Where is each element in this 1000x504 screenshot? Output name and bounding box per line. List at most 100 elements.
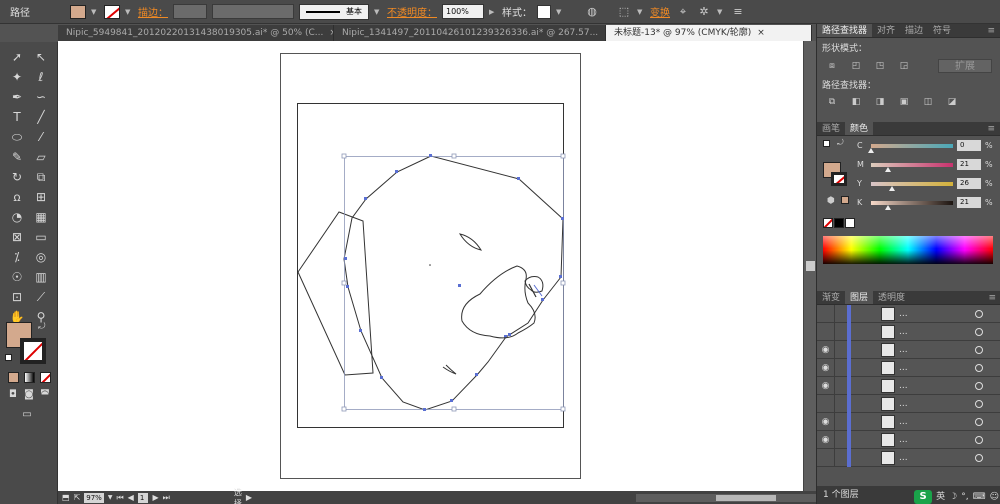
user-icon[interactable]: ☺ bbox=[990, 488, 999, 504]
ime-language[interactable]: 英 bbox=[936, 488, 945, 504]
artboard-tool-icon[interactable]: ⊡ bbox=[8, 288, 26, 306]
stroke-weight-field[interactable] bbox=[173, 4, 207, 19]
target-circle-icon[interactable] bbox=[975, 382, 983, 390]
transform-link[interactable]: 变换 bbox=[650, 4, 670, 19]
cyan-slider[interactable] bbox=[868, 143, 953, 153]
panel-menu-icon[interactable]: ≡ bbox=[982, 24, 1000, 37]
layer-name[interactable]: ... bbox=[899, 453, 908, 463]
tab-document-2[interactable]: Nipic_1341497_20110426101239326336.ai* @… bbox=[334, 25, 606, 41]
curvature-tool-icon[interactable]: ∽ bbox=[32, 88, 50, 106]
rotate-tool-icon[interactable]: ↻ bbox=[8, 168, 26, 186]
mesh-tool-icon[interactable]: ⊠ bbox=[8, 228, 26, 246]
out-of-gamut-icon[interactable]: ⬢ bbox=[827, 196, 835, 206]
variable-width-profile[interactable] bbox=[212, 4, 294, 19]
chevron-down-icon[interactable]: ▼ bbox=[374, 8, 382, 16]
slider-thumb[interactable] bbox=[868, 147, 874, 153]
keyboard-icon[interactable]: ⌨ bbox=[973, 488, 986, 504]
scroll-thumb[interactable] bbox=[806, 261, 815, 271]
status-menu-icon[interactable]: ▶ bbox=[246, 493, 252, 502]
slider-thumb[interactable] bbox=[889, 185, 896, 191]
layer-row[interactable]: ... bbox=[817, 394, 1000, 413]
layer-name[interactable]: ... bbox=[899, 345, 908, 355]
tab-symbols[interactable]: 符号 bbox=[928, 24, 956, 37]
pencil-tool-icon[interactable]: ✎ bbox=[8, 148, 26, 166]
layer-row[interactable]: ◉... bbox=[817, 412, 1000, 431]
yellow-value[interactable]: 26 bbox=[957, 178, 981, 189]
blend-tool-icon[interactable]: ◎ bbox=[32, 248, 50, 266]
panel-menu-icon[interactable]: ≡ bbox=[730, 4, 746, 20]
export-icon[interactable]: ⇱ bbox=[74, 493, 81, 502]
exclude-icon[interactable]: ◲ bbox=[897, 60, 911, 72]
stroke-color-box[interactable] bbox=[20, 338, 46, 364]
first-artboard-icon[interactable]: ⏮ bbox=[116, 493, 123, 503]
moon-icon[interactable]: ☽ bbox=[949, 488, 957, 504]
target-circle-icon[interactable] bbox=[975, 400, 983, 408]
chevron-down-icon[interactable]: ▼ bbox=[108, 494, 113, 501]
symbol-sprayer-tool-icon[interactable]: ☉ bbox=[8, 268, 26, 286]
type-tool-icon[interactable]: T bbox=[8, 108, 26, 126]
layer-row[interactable]: ... bbox=[817, 304, 1000, 323]
zoom-field[interactable]: 97% bbox=[84, 492, 104, 503]
visibility-eye-icon[interactable] bbox=[817, 394, 835, 413]
layer-name[interactable]: ... bbox=[899, 309, 908, 319]
target-circle-icon[interactable] bbox=[975, 346, 983, 354]
shape-builder-tool-icon[interactable]: ◔ bbox=[8, 208, 26, 226]
color-mode-icon[interactable] bbox=[8, 372, 19, 383]
none-mode-icon[interactable] bbox=[40, 372, 51, 383]
target-circle-icon[interactable] bbox=[975, 454, 983, 462]
close-icon[interactable]: × bbox=[757, 25, 765, 41]
trim-icon[interactable]: ◧ bbox=[849, 96, 863, 108]
swap-colors-icon[interactable]: ⤾ bbox=[837, 138, 844, 148]
white-swatch[interactable] bbox=[845, 218, 855, 228]
intersect-icon[interactable]: ◳ bbox=[873, 60, 887, 72]
layer-name[interactable]: ... bbox=[899, 399, 908, 409]
stroke-color-box[interactable] bbox=[831, 172, 847, 186]
column-graph-tool-icon[interactable]: ▥ bbox=[32, 268, 50, 286]
opacity-link[interactable]: 不透明度： bbox=[387, 4, 437, 19]
slider-thumb[interactable] bbox=[885, 166, 892, 172]
options-icon[interactable]: ✲ bbox=[696, 4, 712, 20]
layer-row[interactable]: ◉... bbox=[817, 376, 1000, 395]
magenta-slider[interactable] bbox=[871, 162, 953, 172]
default-colors-icon[interactable] bbox=[823, 140, 830, 147]
eraser-tool-icon[interactable]: ▱ bbox=[32, 148, 50, 166]
layer-row[interactable]: ... bbox=[817, 322, 1000, 341]
last-artboard-icon[interactable]: ⏭ bbox=[163, 493, 170, 503]
ellipse-tool-icon[interactable]: ⬭ bbox=[8, 128, 26, 146]
divide-icon[interactable]: ⧉ bbox=[825, 96, 839, 108]
layer-row[interactable]: ◉... bbox=[817, 358, 1000, 377]
visibility-eye-icon[interactable] bbox=[817, 448, 835, 467]
visibility-eye-icon[interactable]: ◉ bbox=[817, 412, 835, 431]
color-spectrum[interactable] bbox=[823, 236, 993, 264]
tab-color[interactable]: 颜色 bbox=[845, 122, 874, 135]
slice-tool-icon[interactable]: ⟋ bbox=[32, 288, 50, 306]
target-circle-icon[interactable] bbox=[975, 364, 983, 372]
layer-name[interactable]: ... bbox=[899, 381, 908, 391]
direct-selection-tool-icon[interactable]: ↖ bbox=[32, 48, 50, 66]
layer-row[interactable]: ◉... bbox=[817, 340, 1000, 359]
target-circle-icon[interactable] bbox=[975, 418, 983, 426]
outline-icon[interactable]: ◫ bbox=[921, 96, 935, 108]
paintbrush-tool-icon[interactable]: ⁄ bbox=[32, 128, 50, 146]
brush-definition[interactable]: 基本 bbox=[299, 3, 369, 20]
visibility-eye-icon[interactable]: ◉ bbox=[817, 376, 835, 395]
pen-tool-icon[interactable]: ✒ bbox=[8, 88, 26, 106]
warp-tool-icon[interactable]: ꭥ bbox=[8, 188, 26, 206]
target-circle-icon[interactable] bbox=[975, 310, 983, 318]
fill-swatch[interactable] bbox=[70, 4, 86, 19]
isolate-object-icon[interactable]: ⌖ bbox=[675, 4, 691, 20]
punctuation-icon[interactable]: °, bbox=[961, 488, 968, 504]
lasso-tool-icon[interactable]: ℓ bbox=[32, 68, 50, 86]
sogou-logo-icon[interactable]: S bbox=[914, 490, 933, 504]
gradient-tool-icon[interactable]: ▭ bbox=[32, 228, 50, 246]
scale-tool-icon[interactable]: ⧉ bbox=[32, 168, 50, 186]
prev-artboard-icon[interactable]: ◀ bbox=[128, 493, 134, 502]
visibility-eye-icon[interactable]: ◉ bbox=[817, 430, 835, 449]
doc-info-icon[interactable]: ⬒ bbox=[62, 493, 70, 502]
tab-layers[interactable]: 图层 bbox=[845, 291, 874, 304]
tab-brushes[interactable]: 画笔 bbox=[817, 122, 845, 135]
tab-stroke[interactable]: 描边 bbox=[900, 24, 928, 37]
layer-name[interactable]: ... bbox=[899, 363, 908, 373]
screen-mode-icon[interactable]: ▭ bbox=[18, 406, 36, 424]
vertical-scrollbar[interactable] bbox=[803, 41, 816, 491]
